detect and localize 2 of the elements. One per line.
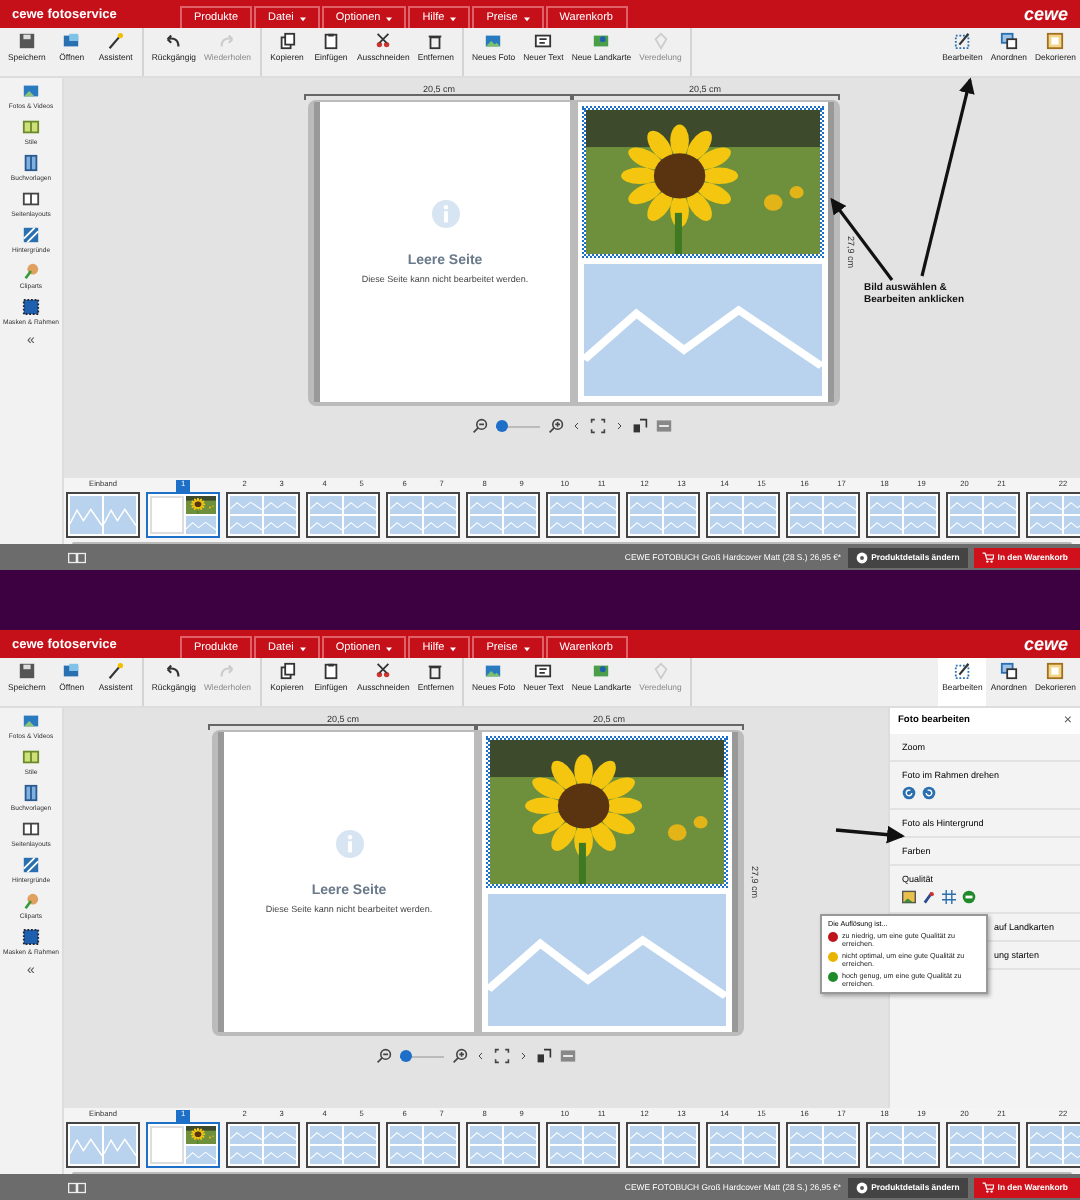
cewe-logo: cewe	[1023, 4, 1070, 24]
cewe-logo: cewe	[1023, 634, 1070, 654]
